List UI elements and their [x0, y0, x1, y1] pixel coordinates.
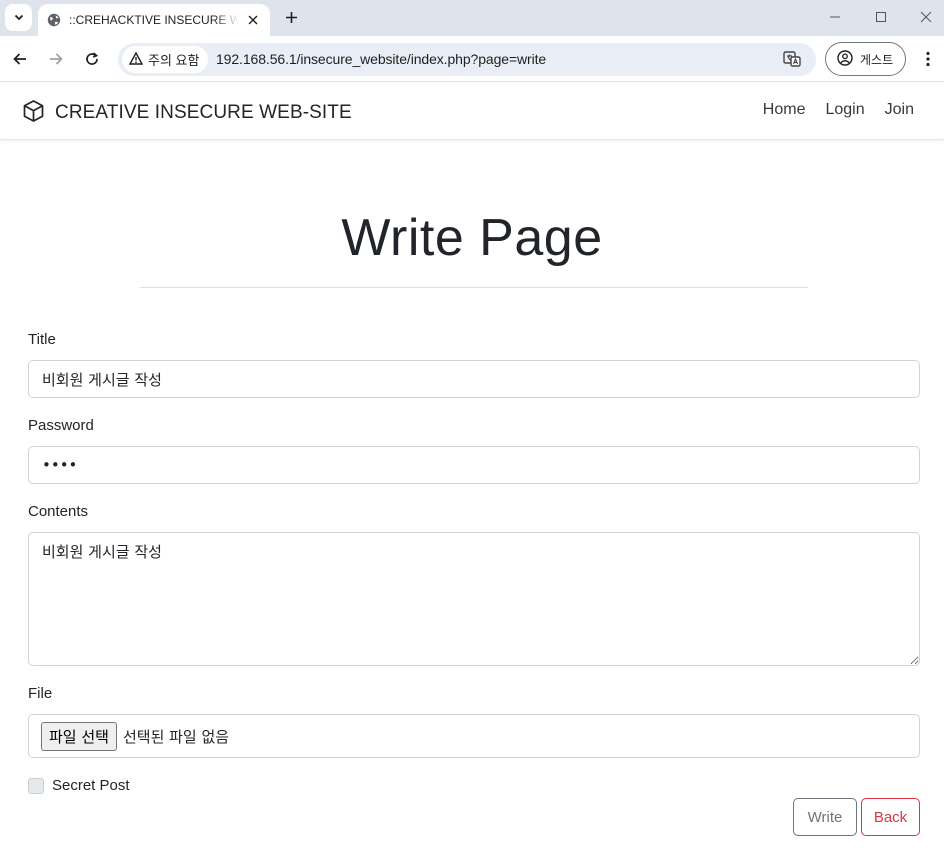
password-label: Password	[28, 417, 94, 434]
file-label: File	[28, 685, 53, 702]
nav-link-login[interactable]: Login	[825, 101, 864, 119]
more-vert-icon[interactable]	[917, 47, 939, 71]
site-brand[interactable]: CREATIVE INSECURE WEB-SITE	[22, 99, 352, 127]
profile-label: 게스트	[860, 52, 894, 67]
nav-link-join[interactable]: Join	[885, 101, 914, 119]
page-title: Write Page	[341, 209, 603, 267]
minimize-icon[interactable]	[822, 6, 848, 28]
account-circle-icon	[837, 49, 853, 69]
back-button[interactable]: Back	[861, 798, 920, 836]
title-label: Title	[28, 331, 56, 348]
brand-title: CREATIVE INSECURE WEB-SITE	[55, 102, 352, 123]
write-button[interactable]: Write	[793, 798, 857, 836]
secret-post-label[interactable]: Secret Post	[52, 777, 130, 794]
browser-toolbar: 주의 요함 192.168.56.1/insecure_website/inde…	[0, 36, 944, 82]
close-window-icon[interactable]	[913, 6, 939, 28]
file-status-text: 선택된 파일 없음	[122, 727, 230, 746]
contents-label: Contents	[28, 503, 89, 520]
globe-icon	[47, 13, 61, 27]
maximize-icon[interactable]	[868, 6, 894, 28]
box-icon	[22, 99, 45, 127]
forward-arrow-icon[interactable]	[44, 47, 68, 71]
tab-search-button[interactable]	[5, 4, 32, 31]
close-tab-icon[interactable]	[244, 11, 262, 29]
nav-links: Home Login Join	[763, 101, 914, 119]
site-navbar: CREATIVE INSECURE WEB-SITE Home Login Jo…	[0, 83, 944, 140]
translate-icon[interactable]	[782, 49, 802, 69]
browser-tabstrip: ::CREHACKTIVE INSECURE WEB-SITE	[0, 0, 944, 36]
nav-link-home[interactable]: Home	[763, 101, 806, 119]
new-tab-plus-icon[interactable]	[280, 6, 302, 28]
choose-file-button[interactable]: 파일 선택	[41, 721, 117, 751]
back-arrow-icon[interactable]	[8, 47, 32, 71]
file-input[interactable]: 파일 선택 선택된 파일 없음	[28, 714, 920, 758]
security-label: 주의 요함	[148, 53, 200, 68]
tab-title: ::CREHACKTIVE INSECURE WEB-SITE	[69, 13, 239, 27]
chevron-down-icon	[13, 8, 25, 27]
warning-triangle-icon	[128, 51, 144, 68]
reload-icon[interactable]	[80, 47, 104, 71]
address-bar[interactable]: 주의 요함 192.168.56.1/insecure_website/inde…	[118, 43, 816, 76]
secret-post-checkbox[interactable]	[28, 778, 44, 794]
title-input[interactable]	[28, 360, 920, 398]
security-warning-chip[interactable]: 주의 요함	[122, 46, 209, 73]
profile-button[interactable]: 게스트	[825, 42, 906, 76]
title-divider	[140, 287, 808, 288]
contents-textarea[interactable]: 비회원 게시글 작성	[28, 532, 920, 666]
browser-tab-active[interactable]: ::CREHACKTIVE INSECURE WEB-SITE	[38, 4, 270, 36]
url-text[interactable]: 192.168.56.1/insecure_website/index.php?…	[216, 51, 546, 67]
password-input[interactable]	[28, 446, 920, 484]
